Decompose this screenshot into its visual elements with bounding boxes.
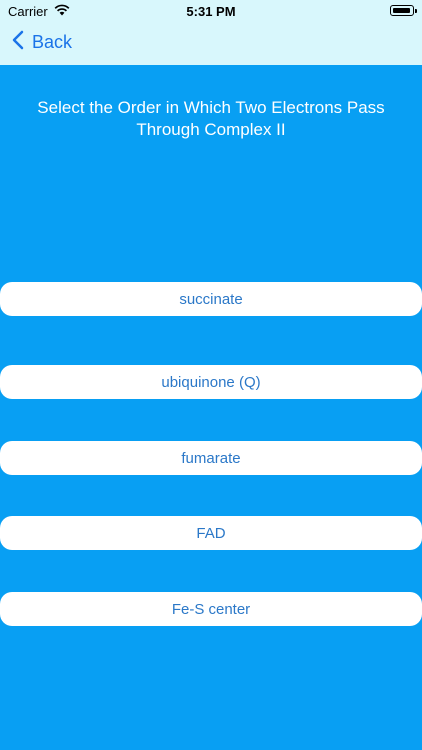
option-fad-button[interactable]: FAD [0, 516, 422, 550]
battery-icon [390, 5, 417, 16]
navigation-bar: Carrier 5:31 PM Back [0, 0, 422, 65]
option-fumarate-button[interactable]: fumarate [0, 441, 422, 475]
back-button[interactable]: Back [12, 30, 72, 55]
status-bar: Carrier 5:31 PM [0, 0, 422, 22]
question-text: Select the Order in Which Two Electrons … [37, 98, 385, 139]
back-label: Back [32, 32, 73, 52]
clock: 5:31 PM [186, 4, 236, 19]
option-ubiquinone-button[interactable]: ubiquinone (Q) [0, 365, 422, 399]
chevron-left-icon [12, 30, 24, 55]
option-succinate-button[interactable]: succinate [0, 282, 422, 316]
option-fe-s-center-button[interactable]: Fe-S center [0, 592, 422, 626]
